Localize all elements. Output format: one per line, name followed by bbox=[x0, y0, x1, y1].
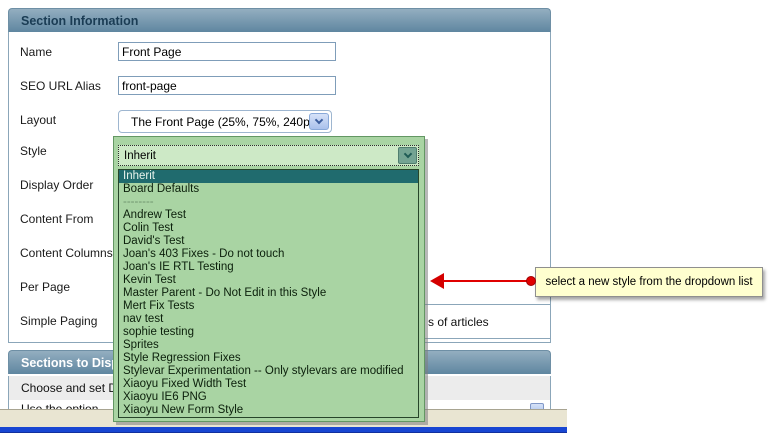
style-option[interactable]: Joan's 403 Fixes - Do not touch bbox=[119, 248, 418, 261]
style-option[interactable]: nav test bbox=[119, 313, 418, 326]
callout-tooltip: select a new style from the dropdown lis… bbox=[535, 267, 763, 297]
chevron-down-icon[interactable] bbox=[398, 147, 417, 164]
style-option[interactable]: Colin Test bbox=[119, 222, 418, 235]
display-order-label: Display Order bbox=[20, 178, 93, 192]
style-option[interactable]: David's Test bbox=[119, 235, 418, 248]
layout-select[interactable]: The Front Page (25%, 75%, 240px) bbox=[118, 110, 332, 133]
style-option[interactable]: Xiaoyu New Form Style bbox=[119, 404, 418, 417]
layout-label: Layout bbox=[20, 113, 56, 127]
style-option[interactable]: Inherit bbox=[119, 170, 418, 183]
callout-text: select a new style from the dropdown lis… bbox=[545, 276, 752, 288]
style-option[interactable]: Mert Fix Tests bbox=[119, 300, 418, 313]
layout-select-value: The Front Page (25%, 75%, 240px) bbox=[131, 115, 320, 129]
style-option[interactable]: Sprites bbox=[119, 339, 418, 352]
style-option[interactable]: sophie testing bbox=[119, 326, 418, 339]
style-option[interactable]: Master Parent - Do Not Edit in this Styl… bbox=[119, 287, 418, 300]
style-label: Style bbox=[20, 144, 47, 158]
style-select-value: Inherit bbox=[124, 150, 156, 162]
red-arrowhead-icon bbox=[430, 273, 444, 289]
chevron-down-icon[interactable] bbox=[309, 113, 329, 130]
red-connector-line bbox=[443, 280, 533, 282]
content-from-label: Content From bbox=[20, 212, 93, 226]
style-option[interactable]: Xiaoyu IE6 PNG bbox=[119, 391, 418, 404]
content-columns-label: Content Columns bbox=[20, 246, 113, 260]
section-information-header: Section Information bbox=[8, 8, 551, 32]
style-option-divider: -------- bbox=[119, 196, 418, 209]
style-option[interactable]: Stylevar Experimentation -- Only styleva… bbox=[119, 365, 418, 378]
seo-url-alias-input[interactable] bbox=[118, 76, 336, 95]
red-dot-icon bbox=[526, 276, 536, 286]
bottom-blue-bar bbox=[0, 427, 567, 433]
section-information-title: Section Information bbox=[21, 14, 138, 28]
style-option[interactable]: Kevin Test bbox=[119, 274, 418, 287]
simple-paging-partial-text: s of articles bbox=[428, 315, 489, 329]
screenshot-stage: Section Information Name SEO URL Alias L… bbox=[0, 0, 769, 442]
style-options-list: Inherit Board Defaults -------- Andrew T… bbox=[118, 169, 419, 418]
style-option[interactable]: Board Defaults bbox=[119, 183, 418, 196]
name-label: Name bbox=[20, 45, 52, 59]
style-option[interactable]: Xiaoyu Fixed Width Test bbox=[119, 378, 418, 391]
choose-and-set-text: Choose and set D bbox=[21, 381, 117, 395]
simple-paging-label: Simple Paging bbox=[20, 314, 97, 328]
style-dropdown-panel: Inherit Inherit Board Defaults -------- … bbox=[113, 136, 425, 422]
name-input[interactable] bbox=[118, 42, 336, 61]
style-select[interactable]: Inherit bbox=[118, 145, 419, 166]
style-option[interactable]: Joan's IE RTL Testing bbox=[119, 261, 418, 274]
style-option[interactable]: Andrew Test bbox=[119, 209, 418, 222]
per-page-label: Per Page bbox=[20, 280, 70, 294]
seo-url-alias-label: SEO URL Alias bbox=[20, 79, 101, 93]
style-option[interactable]: Style Regression Fixes bbox=[119, 352, 418, 365]
